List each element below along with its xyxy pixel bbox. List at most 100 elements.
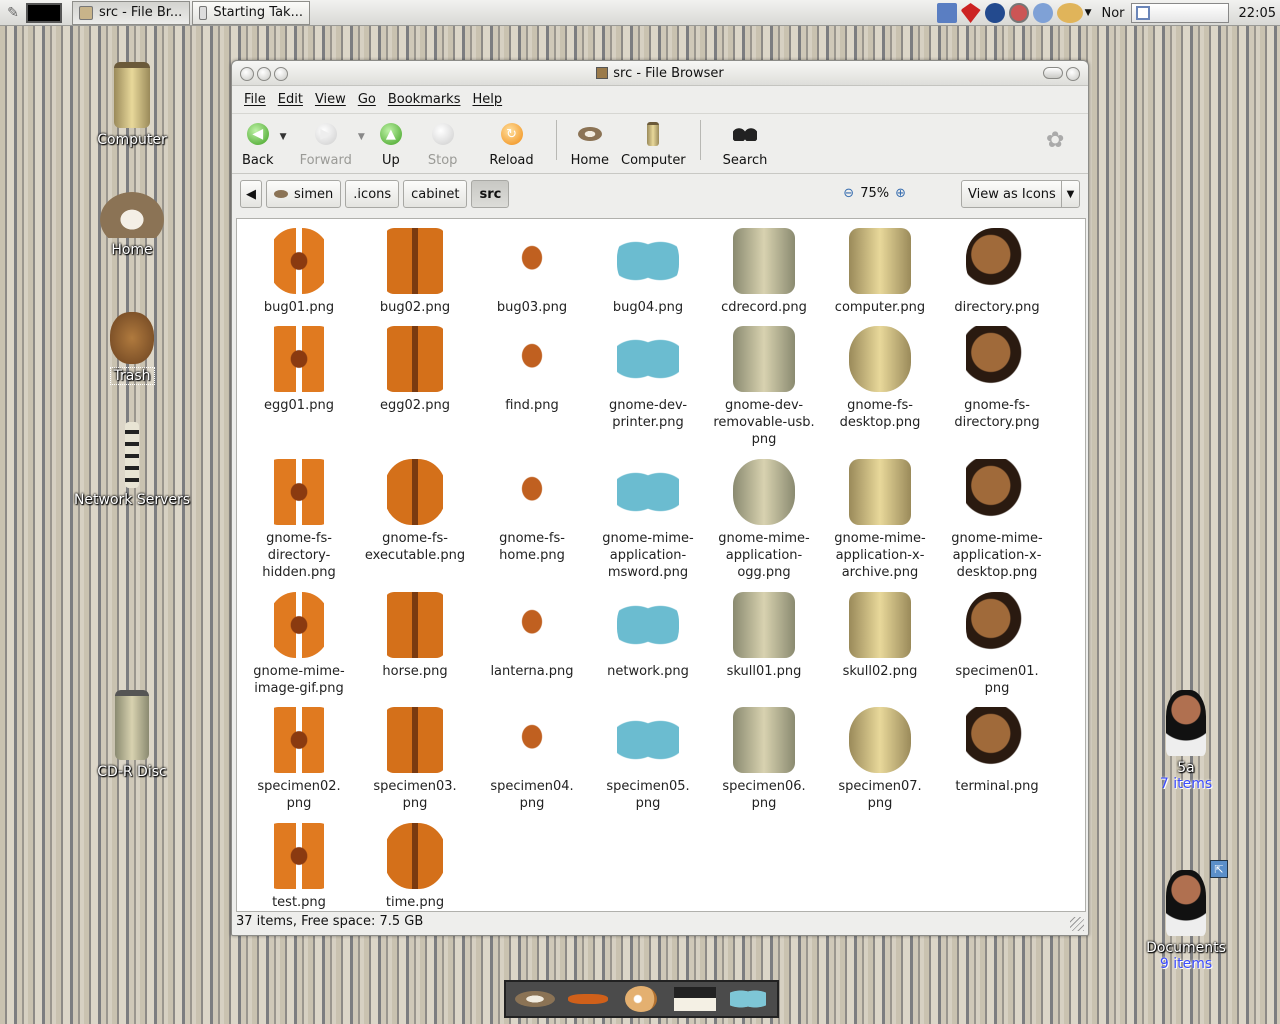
- titlebar[interactable]: src - File Browser: [232, 61, 1088, 86]
- menu-bookmarks[interactable]: Bookmarks: [388, 92, 461, 107]
- file-item[interactable]: cdrecord.png: [706, 225, 822, 316]
- bug-icon[interactable]: [564, 984, 612, 1014]
- desktop-icon-count: 9 items: [1159, 956, 1213, 972]
- file-item[interactable]: skull01.png: [706, 589, 822, 680]
- resize-grip[interactable]: [1070, 917, 1084, 931]
- file-item[interactable]: terminal.png: [939, 704, 1055, 795]
- file-label: specimen01.: [955, 664, 1039, 679]
- menu-file[interactable]: File: [244, 92, 266, 107]
- shade-button[interactable]: [1043, 67, 1063, 79]
- icon-view[interactable]: bug01.png bug02.png bug03.png bug04.png cdre…: [236, 218, 1086, 912]
- desktop-icon-cdr[interactable]: CD-R Disc: [62, 690, 202, 780]
- forward-arrow-icon: ▶: [313, 121, 339, 147]
- file-item[interactable]: gnome-mime-application-x-desktop.png: [939, 456, 1055, 581]
- home-button[interactable]: Home: [565, 114, 615, 168]
- task-starting[interactable]: Starting Tak...: [192, 0, 310, 25]
- desktop-icon-trash[interactable]: Trash: [62, 312, 202, 385]
- close-button[interactable]: [240, 67, 254, 81]
- file-item[interactable]: specimen01. png: [939, 589, 1055, 697]
- main-menu-icon[interactable]: ✎: [2, 2, 24, 24]
- breadcrumb-icons[interactable]: .icons: [345, 180, 400, 208]
- tube-icon: [125, 422, 139, 488]
- chevron-down-icon[interactable]: ▼: [1085, 8, 1092, 18]
- menu-view[interactable]: View: [315, 92, 346, 107]
- file-item[interactable]: specimen05. png: [590, 704, 706, 812]
- task-file-browser[interactable]: src - File Br...: [72, 0, 190, 25]
- file-item[interactable]: gnome-fs-home.png: [474, 456, 590, 564]
- file-item[interactable]: gnome-fs-desktop.png: [822, 323, 938, 431]
- breadcrumb-cabinet[interactable]: cabinet: [403, 180, 468, 208]
- network-icon[interactable]: [936, 3, 957, 23]
- file-thumbnail-icon: [612, 456, 684, 528]
- zoom-out-icon[interactable]: ⊖: [843, 186, 854, 201]
- nautilus-shell-icon[interactable]: [617, 984, 665, 1014]
- file-item[interactable]: specimen04. png: [474, 704, 590, 812]
- file-item[interactable]: specimen02. png: [241, 704, 357, 812]
- file-item[interactable]: directory.png: [939, 225, 1055, 316]
- file-item[interactable]: bug03.png: [474, 225, 590, 316]
- keyboard-layout[interactable]: Nor: [1102, 6, 1125, 21]
- file-item[interactable]: specimen06. png: [706, 704, 822, 812]
- butterfly-icon[interactable]: [724, 984, 772, 1014]
- desktop-icon-computer[interactable]: Computer: [62, 62, 202, 148]
- file-item[interactable]: network.png: [590, 589, 706, 680]
- file-item[interactable]: gnome-mime-application-x-archive.png: [822, 456, 938, 581]
- forward-history-dropdown[interactable]: ▼: [358, 132, 372, 142]
- weather-icon[interactable]: [1056, 3, 1083, 23]
- bluetooth-icon[interactable]: [984, 3, 1005, 23]
- file-item[interactable]: skull02.png: [822, 589, 938, 680]
- menu-edit[interactable]: Edit: [278, 92, 303, 107]
- file-item[interactable]: gnome-fs-directory.png: [939, 323, 1055, 431]
- stop-button[interactable]: Stop: [410, 114, 476, 168]
- search-button[interactable]: Search: [709, 114, 782, 168]
- zoom-in-icon[interactable]: ⊕: [895, 186, 906, 201]
- file-item[interactable]: gnome-mime-application-ogg.png: [706, 456, 822, 581]
- desktop-icon-5a[interactable]: 5a 7 items: [1116, 690, 1256, 792]
- back-history-dropdown[interactable]: ▼: [280, 132, 294, 142]
- menu-go[interactable]: Go: [358, 92, 376, 107]
- ruby-icon[interactable]: [960, 3, 981, 23]
- forward-button[interactable]: ▶ Forward: [294, 114, 358, 168]
- file-item[interactable]: time.png: [357, 820, 473, 911]
- zoom-level[interactable]: 75%: [860, 186, 889, 201]
- egg-icon[interactable]: [671, 984, 719, 1014]
- computer-button[interactable]: Computer: [615, 114, 692, 168]
- file-item[interactable]: test.png: [241, 820, 357, 911]
- file-item[interactable]: lanterna.png: [474, 589, 590, 680]
- breadcrumb-src[interactable]: src: [471, 180, 510, 208]
- path-left-arrow[interactable]: ◀: [240, 180, 262, 208]
- file-item[interactable]: gnome-fs-directory-hidden.png: [241, 456, 357, 581]
- view-mode-select[interactable]: View as Icons ▼: [961, 180, 1080, 208]
- file-item[interactable]: gnome-dev-printer.png: [590, 323, 706, 431]
- file-item[interactable]: bug01.png: [241, 225, 357, 316]
- file-item[interactable]: bug02.png: [357, 225, 473, 316]
- file-item[interactable]: gnome-mime-application-msword.png: [590, 456, 706, 581]
- file-item[interactable]: bug04.png: [590, 225, 706, 316]
- reload-button[interactable]: ↻ Reload: [475, 114, 547, 168]
- file-item[interactable]: specimen07. png: [822, 704, 938, 812]
- desktop-icon-home[interactable]: Home: [62, 192, 202, 258]
- file-item[interactable]: specimen03. png: [357, 704, 473, 812]
- stop-icon[interactable]: [1008, 3, 1029, 23]
- desktop-icon-network-servers[interactable]: Network Servers: [62, 422, 202, 508]
- desktop-icon-documents[interactable]: Documents 9 items: [1116, 870, 1256, 972]
- up-button[interactable]: ▲ Up: [372, 114, 410, 168]
- nest-icon[interactable]: [511, 984, 559, 1014]
- file-item[interactable]: egg01.png: [241, 323, 357, 414]
- maximize-button[interactable]: [274, 67, 288, 81]
- file-item[interactable]: horse.png: [357, 589, 473, 680]
- file-item[interactable]: egg02.png: [357, 323, 473, 414]
- file-item[interactable]: gnome-fs-executable.png: [357, 456, 473, 564]
- menu-button[interactable]: [1066, 67, 1080, 81]
- file-item[interactable]: computer.png: [822, 225, 938, 316]
- workspace-switcher[interactable]: [26, 2, 62, 23]
- file-item[interactable]: gnome-mime-image-gif.png: [241, 589, 357, 697]
- back-button[interactable]: ◀ Back: [236, 114, 280, 168]
- minimize-button[interactable]: [257, 67, 271, 81]
- menu-help[interactable]: Help: [472, 92, 502, 107]
- file-item[interactable]: gnome-dev-removable-usb. png: [706, 323, 822, 448]
- file-item[interactable]: find.png: [474, 323, 590, 414]
- volume-icon[interactable]: [1032, 3, 1053, 23]
- breadcrumb-simen[interactable]: simen: [266, 180, 342, 208]
- clock[interactable]: 22:05: [1239, 6, 1276, 21]
